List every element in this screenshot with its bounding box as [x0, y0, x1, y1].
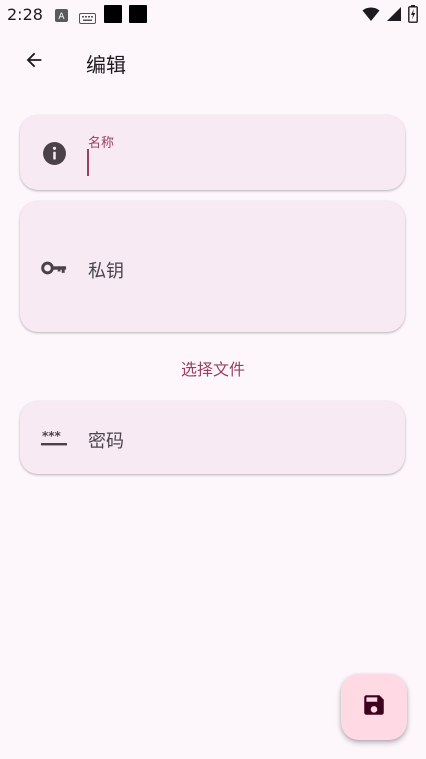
- arrow-back-icon: [23, 49, 45, 75]
- page-title: 编辑: [86, 53, 126, 77]
- svg-text:***: ***: [42, 429, 62, 443]
- name-field[interactable]: 名称: [20, 115, 405, 190]
- save-button[interactable]: [341, 674, 407, 740]
- wifi-icon: [362, 6, 380, 26]
- svg-text:A: A: [58, 12, 65, 22]
- status-bar: 2:28 A: [0, 0, 426, 30]
- private-key-field[interactable]: 私钥: [20, 201, 405, 332]
- battery-charging-icon: [408, 5, 418, 27]
- keyboard-icon: [79, 9, 96, 28]
- select-file-button[interactable]: 选择文件: [0, 356, 426, 380]
- text-cursor: [87, 149, 89, 176]
- password-icon: ***: [41, 425, 67, 451]
- save-icon: [361, 692, 387, 722]
- signal-icon: [386, 6, 402, 26]
- black-square-icon: [104, 5, 122, 27]
- password-field[interactable]: *** 密码: [20, 401, 405, 474]
- status-right-icons: [362, 5, 418, 27]
- status-time: 2:28: [7, 5, 43, 24]
- name-field-label: 名称: [88, 136, 115, 151]
- a-box-icon: A: [55, 7, 68, 26]
- back-button[interactable]: [14, 42, 54, 82]
- private-key-label: 私钥: [88, 261, 124, 282]
- black-square-icon: [129, 5, 147, 27]
- app-bar: 编辑: [0, 38, 426, 86]
- password-label: 密码: [88, 431, 124, 452]
- key-icon: [41, 255, 67, 281]
- info-icon: [41, 140, 67, 166]
